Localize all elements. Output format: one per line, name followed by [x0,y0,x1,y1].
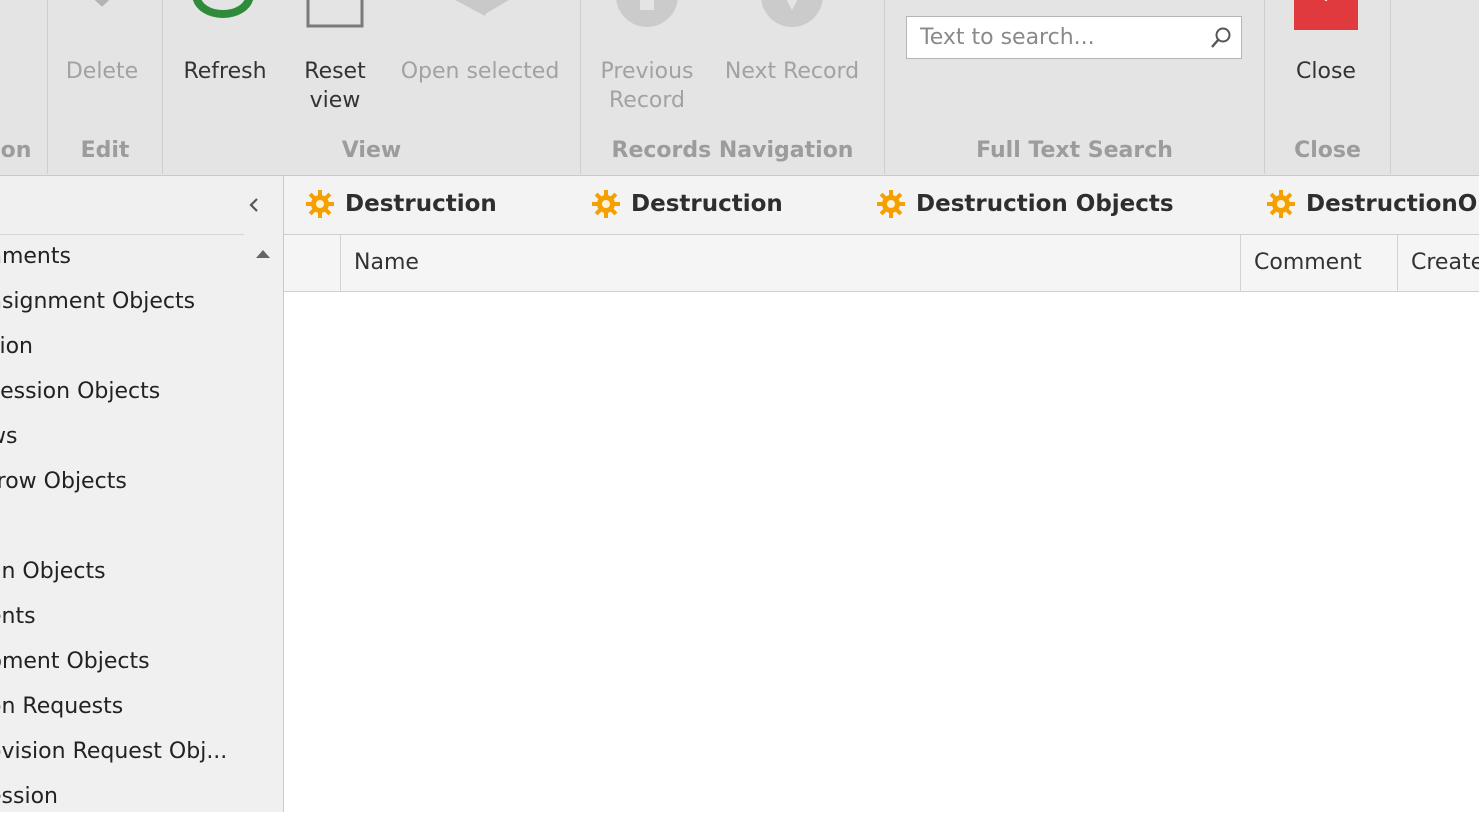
delete-icon [94,0,110,7]
nav-item[interactable] [0,508,268,553]
group-label-close: Close [1294,138,1361,163]
row-indicator-header[interactable] [284,235,340,291]
gear-icon [306,190,334,218]
open-selected-icon [455,0,509,16]
close-label: Close [1296,59,1356,84]
column-header-comment[interactable]: Comment [1240,235,1397,291]
navigation-list: nments nsignment Objects sion cession Ob… [0,238,268,823]
reset-view-label: Reset view [304,59,366,113]
document-tabs: Destruction Destruction Destruction Obje… [284,176,1479,235]
ribbon: Delete Refresh Reset view Open selected … [0,0,1479,176]
search-input[interactable] [907,17,1216,58]
nav-item[interactable]: ession [0,778,268,823]
group-label-full-text-search: Full Text Search [976,138,1173,163]
refresh-label: Refresh [183,59,267,84]
grid-header: Name Comment Create [284,235,1479,292]
nav-item[interactable]: ws [0,418,268,463]
group-label-action: on [0,138,32,163]
refresh-button[interactable]: Refresh [176,0,274,128]
nav-item[interactable]: nments [0,238,268,283]
previous-record-label: Previous Record [600,59,694,113]
next-record-label: Next Record [724,59,860,84]
tab-label: DestructionOb [1306,191,1479,217]
reset-view-icon [306,0,364,28]
tab-label: Destruction [345,191,497,217]
close-icon [1294,0,1358,30]
next-record-icon [761,0,823,27]
group-label-records-navigation: Records Navigation [611,138,854,163]
nav-item[interactable]: sion [0,328,268,373]
open-selected-button[interactable]: Open selected [396,0,564,128]
nav-item[interactable]: pment Objects [0,643,268,688]
group-label-view: View [341,138,402,163]
nav-item[interactable]: nsignment Objects [0,283,268,328]
grid-body[interactable] [284,292,1479,812]
previous-record-button[interactable]: Previous Record [592,0,702,128]
column-header-created[interactable]: Create [1397,235,1479,291]
tab-label: Destruction [631,191,783,217]
close-button[interactable]: Close [1288,0,1364,128]
reset-view-button[interactable]: Reset view [294,0,376,128]
search-icon[interactable] [1209,26,1233,50]
delete-button[interactable]: Delete [58,0,146,128]
group-label-edit: Edit [80,138,130,163]
nav-item[interactable]: an Objects [0,553,268,598]
next-record-button[interactable]: Next Record [718,0,866,128]
navigation-panel: nments nsignment Objects sion cession Ob… [0,176,284,812]
refresh-icon [193,0,253,18]
open-selected-label: Open selected [400,59,560,84]
gear-icon [1267,190,1295,218]
navigation-header-divider [0,234,244,235]
previous-record-icon [616,0,678,27]
nav-item[interactable]: ents [0,598,268,643]
group-separator [1390,0,1391,174]
nav-item[interactable]: rrow Objects [0,463,268,508]
nav-item[interactable]: ovision Request Obj... [0,733,268,778]
gear-icon [877,190,905,218]
nav-item[interactable]: cession Objects [0,373,268,418]
gear-icon [592,190,620,218]
delete-label: Delete [65,59,139,84]
chevron-left-icon[interactable] [240,190,268,220]
search-box[interactable] [906,16,1242,59]
tab-label: Destruction Objects [916,191,1174,217]
column-header-name[interactable]: Name [340,235,1240,291]
nav-item[interactable]: on Requests [0,688,268,733]
